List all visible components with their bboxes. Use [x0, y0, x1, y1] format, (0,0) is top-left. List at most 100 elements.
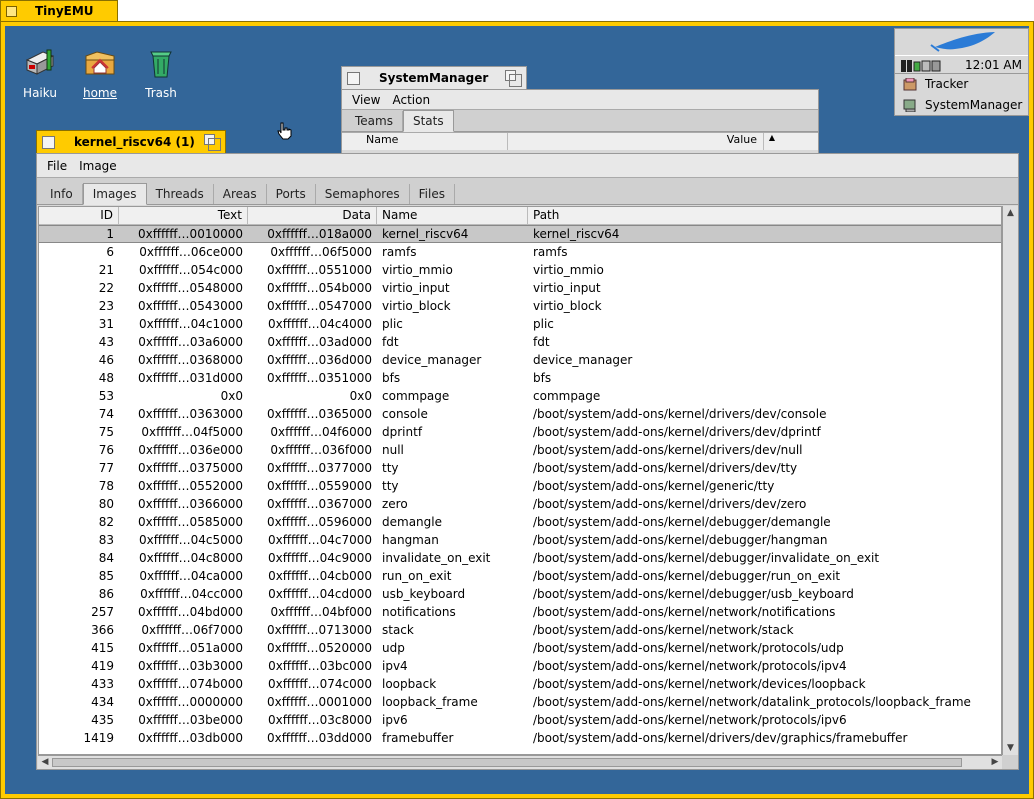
table-row[interactable]: 74 0xffffff…0363000 0xffffff…0365000 consol…: [39, 405, 1001, 423]
disk-drive-icon: [25, 49, 55, 75]
column-id[interactable]: ID: [39, 207, 119, 225]
cell-path: /boot/system/add-ons/kernel/debugger/han…: [533, 533, 828, 547]
menu-image[interactable]: Image: [73, 159, 123, 173]
systemmanager-close-button[interactable]: [347, 72, 360, 85]
tab-semaphores[interactable]: Semaphores: [316, 184, 410, 204]
cell-text: 0xffffff…0585000: [138, 515, 243, 529]
cell-id: 21: [98, 263, 114, 277]
table-row[interactable]: 1419 0xffffff…03db000 0xffffff…03dd000 fram…: [39, 729, 1001, 747]
cell-data: 0xffffff…03bc000: [268, 659, 372, 673]
deskbar-clock[interactable]: 12:01 AM: [965, 58, 1022, 72]
tinyemu-window-title: TinyEMU: [35, 4, 94, 18]
table-row[interactable]: 48 0xffffff…031d000 0xffffff…0351000 bfs bfs: [39, 369, 1001, 387]
desktop-icon-label: home: [82, 86, 118, 100]
table-row[interactable]: 433 0xffffff…074b000 0xffffff…074c000 loopb…: [39, 675, 1001, 693]
deskbar-item-systemmanager[interactable]: SystemManager: [895, 95, 1028, 116]
tab-stats[interactable]: Stats: [402, 110, 454, 132]
table-row[interactable]: 84 0xffffff…04c8000 0xffffff…04c9000 invali…: [39, 549, 1001, 567]
cell-path: virtio_block: [533, 299, 602, 313]
column-name[interactable]: Name: [377, 207, 528, 225]
desktop-icon-home[interactable]: home: [70, 46, 130, 100]
scroll-down-icon[interactable]: ▼: [1003, 741, 1018, 755]
cell-data: 0xffffff…0547000: [267, 299, 372, 313]
menu-action[interactable]: Action: [386, 93, 436, 107]
tab-threads[interactable]: Threads: [147, 184, 214, 204]
table-row[interactable]: 419 0xffffff…03b3000 0xffffff…03bc000 ipv4 /…: [39, 657, 1001, 675]
table-row[interactable]: 1 0xffffff…0010000 0xffffff…018a000 kernel_…: [39, 225, 1001, 243]
systemmanager-zoom-button[interactable]: [505, 70, 522, 87]
scroll-up-icon[interactable]: ▲: [764, 133, 780, 150]
table-row[interactable]: 53 0x0 0x0 commpage commpage: [39, 387, 1001, 405]
table-row[interactable]: 85 0xffffff…04ca000 0xffffff…04cb000 run_on…: [39, 567, 1001, 585]
table-row[interactable]: 435 0xffffff…03be000 0xffffff…03c8000 ipv6 /…: [39, 711, 1001, 729]
column-path[interactable]: Path: [528, 207, 1001, 225]
table-row[interactable]: 78 0xffffff…0552000 0xffffff…0559000 tty/bo…: [39, 477, 1001, 495]
images-table: ID Text Data Name Path 1 0xffffff…0010000…: [38, 206, 1002, 755]
desktop-icon-trash[interactable]: Trash: [131, 46, 191, 100]
table-row[interactable]: 366 0xffffff…06f7000 0xffffff…0713000 stack…: [39, 621, 1001, 639]
cell-id: 415: [91, 641, 114, 655]
tab-info[interactable]: Info: [41, 184, 83, 204]
tab-images[interactable]: Images: [82, 183, 147, 205]
table-row[interactable]: 76 0xffffff…036e000 0xffffff…036f000 null/b…: [39, 441, 1001, 459]
cell-name: notifications: [382, 605, 456, 619]
scroll-up-icon[interactable]: ▲: [1003, 206, 1018, 220]
tray-icons[interactable]: [901, 59, 941, 72]
table-row[interactable]: 77 0xffffff…0375000 0xffffff…0377000 tty/bo…: [39, 459, 1001, 477]
tab-ports[interactable]: Ports: [267, 184, 316, 204]
cell-name: kernel_riscv64: [382, 227, 469, 241]
desktop-icon-haiku[interactable]: Haiku: [10, 46, 70, 100]
table-row[interactable]: 434 0xffffff…0000000 0xffffff…0001000 loopb…: [39, 693, 1001, 711]
column-text[interactable]: Text: [119, 207, 248, 225]
table-row[interactable]: 257 0xffffff…04bd000 0xffffff…04bf000 notif…: [39, 603, 1001, 621]
table-row[interactable]: 21 0xffffff…054c000 0xffffff…0551000 virtio…: [39, 261, 1001, 279]
table-row[interactable]: 22 0xffffff…0548000 0xffffff…054b000 virtio…: [39, 279, 1001, 297]
cell-id: 77: [98, 461, 114, 475]
table-row[interactable]: 23 0xffffff…0543000 0xffffff…0547000 virtio…: [39, 297, 1001, 315]
table-row[interactable]: 86 0xffffff…04cc000 0xffffff…04cd000 usb_ke…: [39, 585, 1001, 603]
scroll-right-icon[interactable]: ▶: [988, 756, 1002, 769]
cell-data: 0xffffff…0351000: [267, 371, 372, 385]
column-value[interactable]: Value: [508, 133, 764, 150]
table-row[interactable]: 46 0xffffff…0368000 0xffffff…036d000 device…: [39, 351, 1001, 369]
kernel-zoom-button[interactable]: [204, 134, 221, 151]
table-row[interactable]: 75 0xffffff…04f5000 0xffffff…04f6000 dprint…: [39, 423, 1001, 441]
cell-text: 0xffffff…06f7000: [141, 623, 243, 637]
scroll-left-icon[interactable]: ◀: [38, 756, 52, 769]
cell-text: 0xffffff…03b3000: [138, 659, 243, 673]
haiku-desktop[interactable]: Haiku home Trash 12:01 AM Tracker System…: [5, 26, 1029, 794]
table-row[interactable]: 43 0xffffff…03a6000 0xffffff…03ad000 fdt fdt: [39, 333, 1001, 351]
cell-path: /boot/system/add-ons/kernel/network/stac…: [533, 623, 794, 637]
table-row[interactable]: 80 0xffffff…0366000 0xffffff…0367000 zero/b…: [39, 495, 1001, 513]
menu-file[interactable]: File: [41, 159, 73, 173]
cell-name: loopback: [382, 677, 437, 691]
table-row[interactable]: 82 0xffffff…0585000 0xffffff…0596000 demang…: [39, 513, 1001, 531]
tab-teams[interactable]: Teams: [346, 111, 403, 131]
table-row[interactable]: 415 0xffffff…051a000 0xffffff…0520000 udp/b…: [39, 639, 1001, 657]
kernel-window-tab[interactable]: kernel_riscv64 (1): [36, 130, 226, 154]
horizontal-scrollbar[interactable]: ◀ ▶: [38, 755, 1002, 769]
resize-handle[interactable]: [1002, 755, 1018, 769]
cell-data: 0xffffff…03ad000: [267, 335, 372, 349]
kernel-close-button[interactable]: [42, 136, 55, 149]
menu-view[interactable]: View: [346, 93, 386, 107]
cell-name: stack: [382, 623, 414, 637]
table-row[interactable]: 6 0xffffff…06ce000 0xffffff…06f5000 ramfs ra…: [39, 243, 1001, 261]
tab-files[interactable]: Files: [410, 184, 455, 204]
cell-data: 0xffffff…0559000: [267, 479, 372, 493]
tinyemu-close-button[interactable]: [6, 6, 17, 17]
deskbar-item-tracker[interactable]: Tracker: [895, 74, 1028, 95]
desktop-icon-label: Trash: [145, 86, 177, 100]
column-data[interactable]: Data: [248, 207, 377, 225]
tinyemu-window-tab[interactable]: TinyEMU: [0, 0, 118, 22]
horizontal-scroll-thumb[interactable]: [52, 758, 962, 767]
column-name[interactable]: Name: [342, 133, 508, 150]
tab-areas[interactable]: Areas: [214, 184, 267, 204]
table-row[interactable]: 31 0xffffff…04c1000 0xffffff…04c4000 plic pl…: [39, 315, 1001, 333]
deskbar-logo[interactable]: [895, 29, 1028, 55]
vertical-scrollbar[interactable]: ▲ ▼: [1002, 206, 1018, 755]
cell-name: ipv6: [382, 713, 408, 727]
systemmanager-window-tab[interactable]: SystemManager: [341, 66, 527, 90]
cell-id: 1: [106, 227, 114, 241]
table-row[interactable]: 83 0xffffff…04c5000 0xffffff…04c7000 hangma…: [39, 531, 1001, 549]
